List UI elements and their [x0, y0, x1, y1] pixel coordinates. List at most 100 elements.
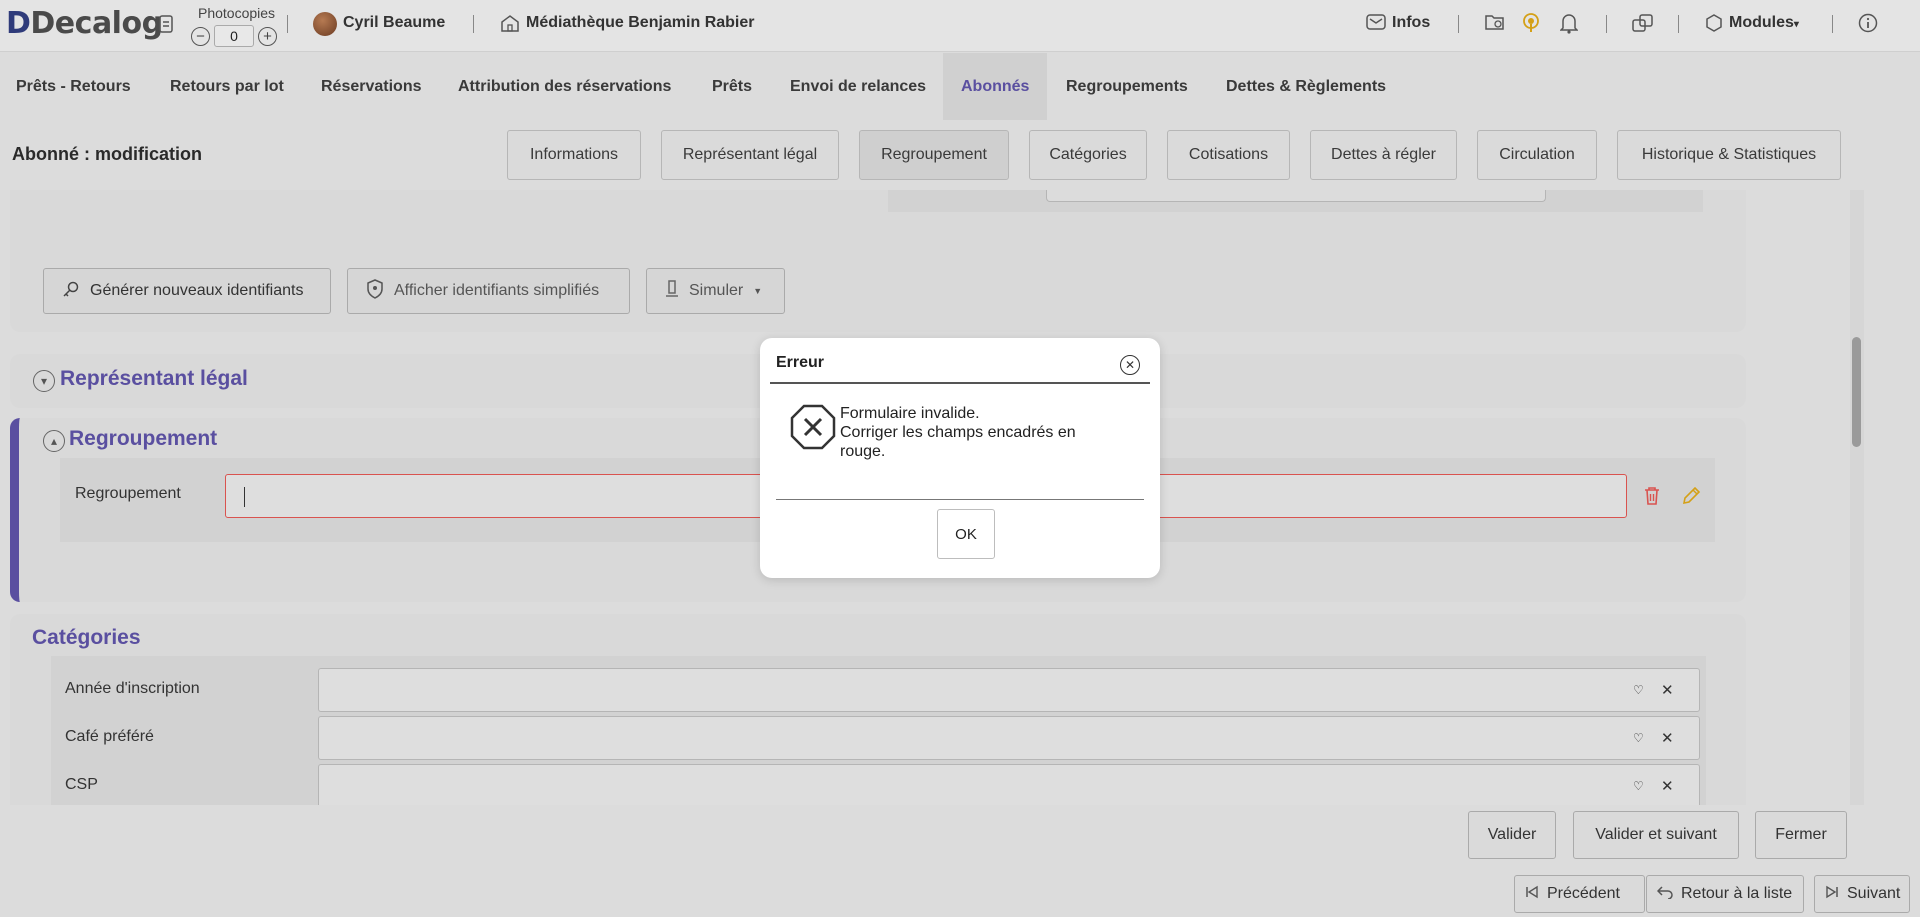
scrolled-field[interactable]: [1046, 190, 1546, 202]
tab-informations[interactable]: Informations: [507, 130, 641, 180]
bell-icon[interactable]: [1559, 12, 1579, 39]
chevron-down-icon[interactable]: ▾: [33, 370, 55, 392]
podcast-icon[interactable]: [1521, 12, 1541, 39]
top-bar: DDecalog Photocopies − 0 + Cyril Beaume …: [0, 0, 1920, 52]
categories-title[interactable]: Catégories: [32, 626, 141, 650]
trash-icon[interactable]: [1643, 486, 1661, 511]
windows-icon[interactable]: [1632, 13, 1654, 38]
filter-icon[interactable]: ♡: [1633, 731, 1644, 745]
representant-legal-title[interactable]: Représentant légal: [60, 367, 248, 391]
close-icon[interactable]: ✕: [1120, 355, 1140, 375]
generate-ids-label: Générer nouveaux identifiants: [90, 282, 304, 299]
photocopies-count[interactable]: 0: [214, 25, 254, 47]
tab-regroupement[interactable]: Regroupement: [859, 130, 1009, 180]
clear-icon[interactable]: ✕: [1661, 729, 1674, 747]
cube-icon: [1705, 14, 1723, 37]
divider: [287, 15, 288, 33]
suivant-button[interactable]: Suivant: [1814, 875, 1910, 913]
minus-icon[interactable]: −: [191, 26, 210, 46]
skip-forward-icon: [1825, 885, 1839, 904]
skip-back-icon: [1525, 885, 1539, 904]
shield-eye-icon: [366, 278, 384, 304]
footer-actions: Valider Valider et suivant Fermer Précéd…: [0, 805, 1920, 917]
nav-abonnes[interactable]: Abonnés: [943, 53, 1048, 120]
categories-section: Catégories Année d'inscription ♡ ✕ Café …: [10, 614, 1746, 805]
nav-reservations[interactable]: Réservations: [321, 53, 422, 120]
avatar[interactable]: [313, 12, 337, 36]
nav-dettes-reglements[interactable]: Dettes & Règlements: [1226, 53, 1386, 120]
device-icon: [665, 279, 679, 303]
info-icon[interactable]: [1858, 13, 1878, 38]
pencil-icon[interactable]: [1681, 486, 1701, 511]
filter-icon[interactable]: ♡: [1633, 779, 1644, 793]
logo-text: Decalog: [30, 6, 163, 41]
page-header: Abonné : modification Informations Repré…: [0, 120, 1920, 190]
show-simplified-ids-label: Afficher identifiants simplifiés: [394, 282, 600, 299]
suivant-label: Suivant: [1847, 885, 1901, 902]
nav-attribution-reservations[interactable]: Attribution des réservations: [458, 53, 671, 120]
key-icon: [62, 280, 80, 303]
divider: [1832, 15, 1833, 33]
regroupement-label: Regroupement: [75, 485, 181, 502]
folder-cloud-icon[interactable]: [1484, 12, 1506, 37]
categorie-label: Café préféré: [65, 728, 154, 745]
error-octagon-icon: [790, 404, 836, 455]
retour-liste-label: Retour à la liste: [1681, 885, 1793, 902]
caret-down-icon: ▼: [753, 286, 763, 296]
tab-categories[interactable]: Catégories: [1029, 130, 1147, 180]
scrollbar-thumb[interactable]: [1852, 337, 1861, 447]
printer-icon[interactable]: [158, 14, 174, 39]
show-simplified-ids-button[interactable]: Afficher identifiants simplifiés: [347, 268, 630, 314]
dialog-message-line: Formulaire invalide. Corriger les champs…: [840, 405, 1076, 460]
cafe-prefere-select[interactable]: ♡ ✕: [318, 716, 1700, 760]
decalog-logo[interactable]: DDecalog: [6, 6, 163, 41]
page-title: Abonné : modification: [12, 144, 202, 164]
categorie-label: CSP: [65, 776, 98, 793]
divider: [770, 382, 1150, 384]
divider: [776, 499, 1144, 500]
annee-inscription-select[interactable]: ♡ ✕: [318, 668, 1700, 712]
ok-button[interactable]: OK: [937, 509, 995, 559]
csp-select[interactable]: ♡ ✕: [318, 764, 1700, 805]
simulate-label: Simuler: [689, 282, 744, 299]
retour-liste-button[interactable]: Retour à la liste: [1646, 875, 1804, 913]
tab-cotisations[interactable]: Cotisations: [1167, 130, 1290, 180]
library-icon: [500, 13, 520, 38]
fermer-button[interactable]: Fermer: [1755, 811, 1847, 859]
nav-regroupements[interactable]: Regroupements: [1066, 53, 1188, 120]
nav-envoi-relances[interactable]: Envoi de relances: [790, 53, 926, 120]
error-dialog: Erreur ✕ Formulaire invalide. Corriger l…: [760, 338, 1160, 578]
simulate-dropdown[interactable]: Simuler ▼: [646, 268, 785, 314]
generate-ids-button[interactable]: Générer nouveaux identifiants: [43, 268, 331, 314]
nav-prets-retours[interactable]: Prêts - Retours: [16, 53, 131, 120]
tab-historique-statistiques[interactable]: Historique & Statistiques: [1617, 130, 1841, 180]
tab-dettes-a-regler[interactable]: Dettes à régler: [1310, 130, 1457, 180]
modules-label: Modules: [1729, 14, 1794, 31]
identifiants-card: Générer nouveaux identifiants Afficher i…: [10, 190, 1746, 332]
scrollbar-track[interactable]: [1850, 190, 1864, 805]
nav-retours-par-lot[interactable]: Retours par lot: [170, 53, 284, 120]
library-name[interactable]: Médiathèque Benjamin Rabier: [526, 14, 755, 32]
clear-icon[interactable]: ✕: [1661, 681, 1674, 699]
text-cursor: [244, 487, 245, 507]
infos-link[interactable]: Infos: [1392, 14, 1430, 32]
divider: [1678, 15, 1679, 33]
valider-button[interactable]: Valider: [1468, 811, 1556, 859]
plus-icon[interactable]: +: [258, 26, 277, 46]
modules-menu[interactable]: Modules▾: [1729, 14, 1799, 32]
valider-suivant-button[interactable]: Valider et suivant: [1573, 811, 1739, 859]
tab-representant-legal[interactable]: Représentant légal: [661, 130, 839, 180]
nav-prets[interactable]: Prêts: [712, 53, 752, 120]
categorie-label: Année d'inscription: [65, 680, 200, 697]
precedent-label: Précédent: [1547, 885, 1620, 902]
tab-circulation[interactable]: Circulation: [1477, 130, 1597, 180]
clear-icon[interactable]: ✕: [1661, 777, 1674, 795]
precedent-button[interactable]: Précédent: [1514, 875, 1645, 913]
filter-icon[interactable]: ♡: [1633, 683, 1644, 697]
user-name[interactable]: Cyril Beaume: [343, 14, 445, 32]
dialog-message: Formulaire invalide. Corriger les champs…: [840, 404, 1110, 461]
regroupement-title[interactable]: Regroupement: [69, 427, 217, 451]
mail-icon[interactable]: [1366, 13, 1386, 36]
chevron-up-icon[interactable]: ▴: [43, 430, 65, 452]
photocopies-stepper: − 0 +: [191, 25, 277, 47]
